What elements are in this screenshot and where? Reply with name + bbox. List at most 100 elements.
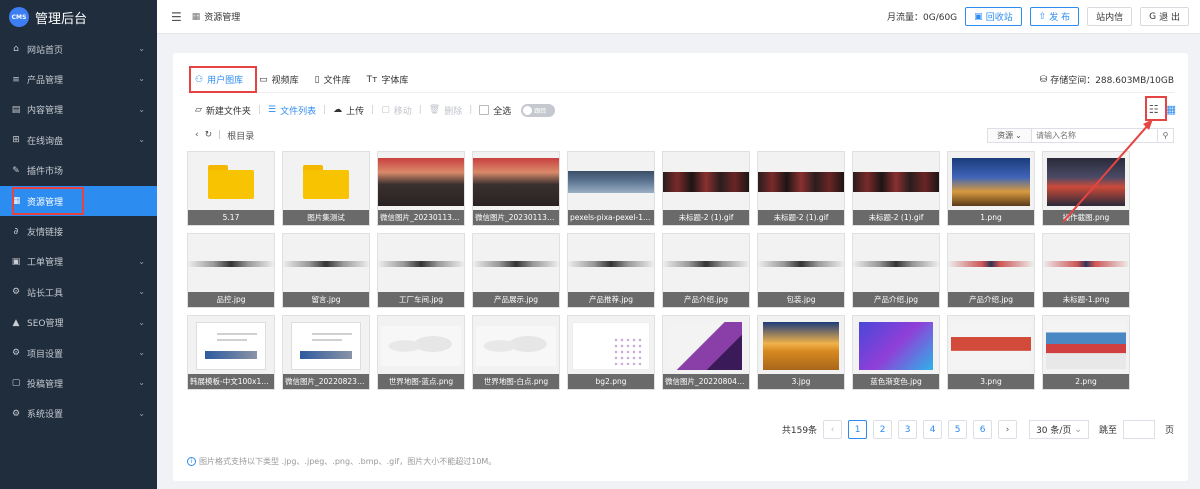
file-name: 包装.jpg xyxy=(758,292,844,307)
file-thumbnail xyxy=(758,316,844,376)
file-card[interactable]: 产品推荐.jpg xyxy=(567,233,655,308)
tab-video-library[interactable]: ▭ 视频库 xyxy=(251,68,307,92)
file-card[interactable]: 图片集测试 xyxy=(282,151,370,226)
file-list-button[interactable]: 文件列表 xyxy=(280,104,316,117)
page-size-select[interactable]: 30 条/页 ⌄ xyxy=(1029,420,1089,439)
sidebar: CMS 管理后台 ⌂ 网站首页 ⌄ ≡ 产品管理 ⌄ ▤ 内容管理 ⌄ ⊞ 在线询盘 ⌄ ✎ 插件市场 ▦ 资… xyxy=(0,0,157,489)
sidebar-item[interactable]: ✎ 插件市场 xyxy=(0,156,157,186)
sidebar-item[interactable]: ▣ 工单管理 ⌄ xyxy=(0,247,157,277)
file-thumbnail xyxy=(948,152,1034,212)
refresh-icon[interactable]: ↻ xyxy=(205,130,213,140)
file-card[interactable]: 5.17 xyxy=(187,151,275,226)
recycle-bin-button[interactable]: ▣ 回收站 xyxy=(965,7,1022,26)
sidebar-item[interactable]: ▲ SEO管理 ⌄ xyxy=(0,308,157,338)
file-card[interactable]: 未标题-2 (1).gif xyxy=(757,151,845,226)
page-button[interactable]: 2 xyxy=(873,420,893,439)
file-card[interactable]: 未标题-1.png xyxy=(1042,233,1130,308)
file-card[interactable]: 3.png xyxy=(947,315,1035,390)
tab-file-library[interactable]: ▯ 文件库 xyxy=(307,68,359,92)
file-card[interactable]: 世界地图-白点.png xyxy=(472,315,560,390)
move-button[interactable]: 移动 xyxy=(394,104,412,117)
sidebar-item[interactable]: ⚙ 项目设置 ⌄ xyxy=(0,338,157,368)
sidebar-item[interactable]: ∂ 友情链接 xyxy=(0,216,157,246)
file-card[interactable]: 产品介绍.jpg xyxy=(852,233,940,308)
file-thumbnail xyxy=(568,152,654,212)
sidebar-item[interactable]: ▤ 内容管理 ⌄ xyxy=(0,95,157,125)
file-name: 2.png xyxy=(1043,374,1129,389)
logo[interactable]: CMS 管理后台 xyxy=(0,0,157,34)
file-card[interactable]: bg2.png xyxy=(567,315,655,390)
delete-button[interactable]: 删除 xyxy=(444,104,462,117)
messages-button[interactable]: 站内信 xyxy=(1087,7,1133,26)
file-name: 3.jpg xyxy=(758,374,844,389)
sidebar-item[interactable]: ⌂ 网站首页 ⌄ xyxy=(0,34,157,64)
list-view-toggle-icon[interactable]: ☷ xyxy=(1149,103,1159,116)
switch-text: 跟踪 xyxy=(534,107,547,115)
sidebar-item[interactable]: ⚙ 站长工具 ⌄ xyxy=(0,277,157,307)
page-button[interactable]: 5 xyxy=(948,420,968,439)
sidebar-item-label: 站长工具 xyxy=(27,288,64,299)
root-directory-link[interactable]: 根目录 xyxy=(227,129,254,142)
file-card[interactable]: 微信图片_20230113171... xyxy=(472,151,560,226)
sidebar-item-label: 在线询盘 xyxy=(27,136,64,147)
grid-view-toggle-icon[interactable]: ▦ xyxy=(1166,103,1176,116)
chevron-down-icon: ⌄ xyxy=(138,135,145,145)
file-thumbnail xyxy=(378,152,464,212)
file-card[interactable]: 留言.jpg xyxy=(282,233,370,308)
chevron-down-icon: ⌄ xyxy=(138,74,145,84)
file-card[interactable]: 产品介绍.jpg xyxy=(947,233,1035,308)
tab-font-library[interactable]: Tт 字体库 xyxy=(359,68,417,92)
tab-user-gallery[interactable]: ⚇ 用户图库 xyxy=(187,68,251,92)
file-card[interactable]: 微信图片_20230113172... xyxy=(377,151,465,226)
file-card[interactable]: 蓝色渐变色.jpg xyxy=(852,315,940,390)
logout-button[interactable]: G 退 出 xyxy=(1140,7,1189,26)
back-icon[interactable]: ‹ xyxy=(195,130,199,140)
file-card[interactable]: 操作截图.png xyxy=(1042,151,1130,226)
file-card[interactable]: 3.jpg xyxy=(757,315,845,390)
pagination: 共159条 ‹ 123456 › 30 条/页 ⌄ 跳至 页 xyxy=(782,420,1174,439)
file-grid: 5.17 图片集测试微信图片_20230113172... 微信图片_2023011… xyxy=(187,151,1130,390)
page-button[interactable]: 1 xyxy=(848,420,868,439)
file-card[interactable]: 产品展示.jpg xyxy=(472,233,560,308)
file-card[interactable]: 微信图片_20220804135... xyxy=(662,315,750,390)
file-card[interactable]: 产品介绍.jpg xyxy=(662,233,750,308)
sidebar-item[interactable]: ▢ 投稿管理 ⌄ xyxy=(0,368,157,398)
search-input[interactable] xyxy=(1032,128,1157,142)
file-card[interactable]: 品控.jpg xyxy=(187,233,275,308)
collapse-menu-icon[interactable]: ☰ xyxy=(171,10,182,24)
file-thumbnail xyxy=(283,234,369,294)
sidebar-item[interactable]: ⊞ 在线询盘 ⌄ xyxy=(0,125,157,155)
sidebar-item[interactable]: ▦ 资源管理 xyxy=(0,185,157,217)
list-icon: ≡ xyxy=(12,74,20,85)
file-card[interactable]: 包装.jpg xyxy=(757,233,845,308)
file-name: 产品介绍.jpg xyxy=(663,292,749,307)
file-name: 留言.jpg xyxy=(283,292,369,307)
new-folder-button[interactable]: 新建文件夹 xyxy=(206,104,251,117)
file-name: 工厂车间.jpg xyxy=(378,292,464,307)
file-card[interactable]: 工厂车间.jpg xyxy=(377,233,465,308)
page-button[interactable]: 6 xyxy=(973,420,993,439)
divider: | xyxy=(257,105,261,115)
file-card[interactable]: 韩展模板-中文100x100... xyxy=(187,315,275,390)
toggle-switch[interactable]: 跟踪 xyxy=(521,103,556,117)
file-card[interactable]: 世界地图-蓝点.png xyxy=(377,315,465,390)
sidebar-item[interactable]: ⚙ 系统设置 ⌄ xyxy=(0,399,157,429)
page-button[interactable]: 4 xyxy=(923,420,943,439)
search-scope-select[interactable]: 资源 ⌄ xyxy=(988,128,1032,142)
page-unit-label: 页 xyxy=(1164,426,1174,436)
page-button[interactable]: 3 xyxy=(898,420,918,439)
upload-button[interactable]: 上传 xyxy=(346,104,364,117)
next-page-button[interactable]: › xyxy=(998,420,1018,439)
publish-button[interactable]: ⇧ 发 布 xyxy=(1029,7,1080,26)
file-card[interactable]: 未标题-2 (1).gif xyxy=(852,151,940,226)
file-card[interactable]: 微信图片_20220823160... xyxy=(282,315,370,390)
file-card[interactable]: 1.png xyxy=(947,151,1035,226)
file-card[interactable]: 2.png xyxy=(1042,315,1130,390)
search-button[interactable]: ⚲ xyxy=(1157,128,1173,142)
file-card[interactable]: 未标题-2 (1).gif xyxy=(662,151,750,226)
select-all-checkbox[interactable] xyxy=(479,105,490,115)
prev-page-button[interactable]: ‹ xyxy=(823,420,843,439)
file-card[interactable]: pexels-pixa-pexel-1161... xyxy=(567,151,655,226)
jump-input[interactable] xyxy=(1122,420,1155,439)
sidebar-item[interactable]: ≡ 产品管理 ⌄ xyxy=(0,64,157,94)
